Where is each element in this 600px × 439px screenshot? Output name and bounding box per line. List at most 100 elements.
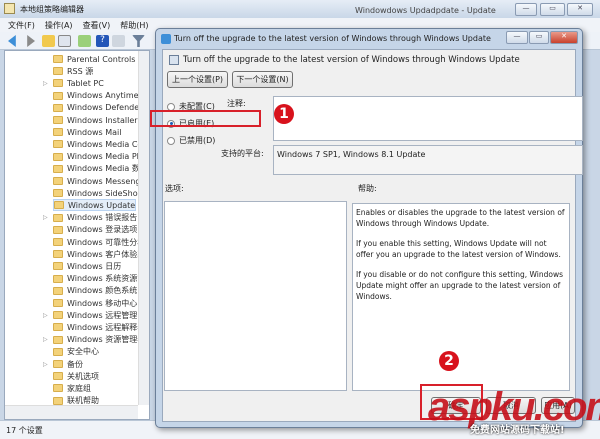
tree-item-label: Windows Media Ce [67,139,143,149]
tree-item[interactable]: Windows 可靠性分析 [53,236,145,248]
dialog-maximize-button[interactable]: ▭ [529,31,549,44]
main-title: 本地组策略编辑器 [20,5,84,14]
options-panel [164,201,347,391]
tree-item[interactable]: Windows Media Pla [53,151,144,163]
help-paragraph: If you disable or do not configure this … [356,270,563,301]
filter-icon[interactable] [132,35,145,47]
tree-item-label: Parental Controls [67,54,136,64]
radio-circle [167,136,175,145]
menu-help[interactable]: 帮助(H) [120,20,148,32]
folder-icon [53,103,63,112]
folder-icon [53,372,63,381]
radio-disabled[interactable]: 已禁用(D) [167,135,215,146]
expand-arrow-icon[interactable]: ▷ [43,214,48,221]
tree-item[interactable]: Windows Messenge [53,175,145,187]
forward-icon[interactable] [27,35,35,47]
expand-arrow-icon[interactable]: ▷ [43,80,48,87]
tree-item[interactable]: 家庭组 [53,382,91,394]
help-label: 帮助: [358,184,377,193]
help-panel: Enables or disables the upgrade to the l… [352,203,570,391]
tree-item-label: Windows Anytime U [67,91,148,101]
menu-view[interactable]: 查看(V) [83,20,111,32]
show-tree-icon[interactable] [58,35,71,47]
tree-item[interactable]: ▷ Windows 远程管理 ( [43,309,143,321]
tree-item[interactable]: ▷ 备份 [43,358,83,370]
folder-icon [53,225,63,234]
tree-item[interactable]: Windows Mail [53,126,122,138]
tree-item[interactable]: Parental Controls [53,53,135,65]
tree-item-label: 安全中心 [67,347,99,357]
platform-label: 支持的平台: [221,149,264,158]
tree-item[interactable]: Windows 客户体验改 [53,248,145,260]
background-title: Windowdows Updadpdate - Update [355,6,496,15]
tree-item[interactable]: Windows 移动中心 [53,297,137,309]
minimize-button[interactable]: — [515,3,537,16]
tree-item[interactable]: RSS 源 [53,65,93,77]
dialog-minimize-button[interactable]: — [506,31,528,44]
folder-icon [54,201,64,210]
expand-arrow-icon[interactable]: ▷ [43,361,48,368]
dialog-close-button[interactable]: ✕ [550,31,578,44]
tree-item-label: Windows 登录选项 [67,225,138,235]
tree-item-label: Windows 资源管理器 [67,335,146,345]
annotation-badge-1: 1 [274,104,294,124]
folder-icon [53,323,63,332]
tree-item[interactable]: Windows 日历 [53,260,121,272]
tree-item-label: Windows 日历 [67,261,122,271]
tree-vertical-scrollbar[interactable] [138,51,149,405]
tree-item[interactable]: Windows Installer [53,114,138,126]
folder-icon [53,67,63,76]
tree-item-label: Windows Update [68,200,136,210]
tree-item[interactable]: Windows 登录选项 [53,224,137,236]
tree-item-label: Windows 客户体验改 [67,249,146,259]
properties-icon[interactable] [112,35,125,47]
tree-item[interactable]: Windows Media Ce [53,138,142,150]
tree-horizontal-scrollbar[interactable] [5,405,138,419]
prev-setting-button[interactable]: 上一个设置(P) [167,71,228,88]
tree-item-label: Windows Defender [67,103,143,113]
status-text: 17 个设置 [6,426,43,435]
tree-item-label: Windows 系统资源管 [67,274,146,284]
back-icon[interactable] [8,35,16,47]
tree-item[interactable]: 安全中心 [53,346,99,358]
folder-icon [53,116,63,124]
up-folder-icon[interactable] [42,35,55,47]
expand-arrow-icon[interactable]: ▷ [43,336,48,343]
help-paragraph: Enables or disables the upgrade to the l… [356,208,565,228]
export-icon[interactable] [78,35,91,47]
tree-item-label: Windows SideShow [67,188,145,198]
tree-item[interactable]: Windows SideShow [53,187,144,199]
tree-item-label: Windows Messenge [67,176,146,186]
tree-item[interactable]: Windows 远程解释器 [53,321,145,333]
tree-item[interactable]: ▷ Windows 资源管理器 [43,334,146,346]
tree-item[interactable]: ▷ Tablet PC [43,77,104,89]
close-button[interactable]: ✕ [567,3,593,16]
tree-item[interactable]: Windows 颜色系统 [53,285,137,297]
tree-item[interactable]: Windows Defender [53,102,142,114]
policy-icon [161,34,171,44]
help-paragraph: If you enable this setting, Windows Upda… [356,239,561,259]
folder-icon [53,274,63,283]
watermark-subtext: 免费网站源码下载站! [470,425,565,436]
options-label: 选项: [165,184,184,193]
maximize-button[interactable]: ▭ [540,3,565,16]
menu-action[interactable]: 操作(A) [45,20,73,32]
tree-item[interactable]: Windows 系统资源管 [53,273,145,285]
next-setting-button[interactable]: 下一个设置(N) [232,71,293,88]
folder-icon [53,347,63,356]
expand-arrow-icon[interactable]: ▷ [43,312,48,319]
comment-input[interactable] [273,96,583,141]
tree-item[interactable]: Windows Anytime U [53,90,147,102]
tree-item[interactable]: Windows Update [53,199,137,212]
menu-file[interactable]: 文件(F) [8,20,35,32]
tree-item-label: Windows 远程管理 ( [67,310,143,320]
tree-item[interactable]: Windows Media 数 [53,163,140,175]
folder-icon [53,299,63,307]
folder-icon [53,128,63,137]
tree-item[interactable]: ▷ Windows 错误报告 [43,212,137,224]
tree-item-label: Windows Media Pla [67,152,144,162]
tree-item-label: 关机选项 [67,371,99,381]
help-icon[interactable]: ? [96,35,109,47]
folder-icon [53,250,63,259]
tree-item[interactable]: 关机选项 [53,370,99,382]
